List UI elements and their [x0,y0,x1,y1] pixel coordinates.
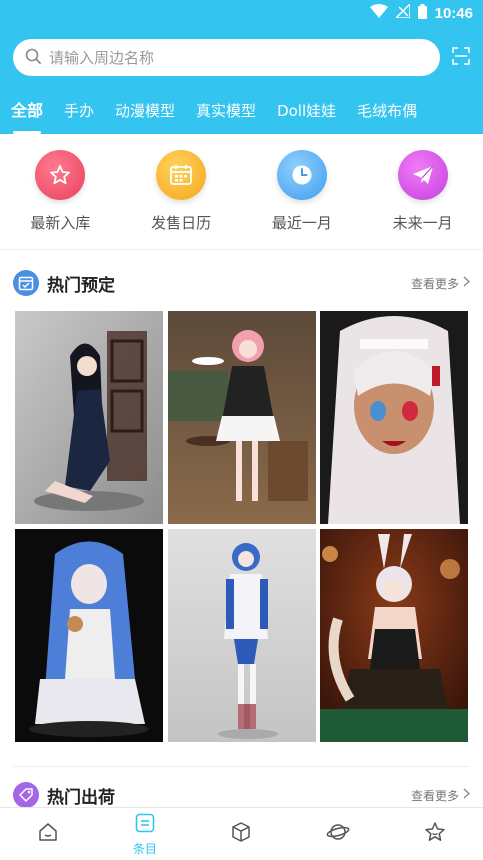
quick-calendar[interactable]: 发售日历 [131,150,231,233]
list-icon [134,812,156,838]
product-card[interactable] [15,311,163,524]
search-input[interactable] [49,39,440,76]
nav-items-label: 条目 [132,841,157,856]
quick-last-month-label: 最近一月 [271,214,332,232]
product-image [167,311,316,524]
shipping-title: 热门出荷 [47,787,115,808]
quick-entries: 最新入库 发售日历 最近一月 未来一月 [0,134,483,250]
quick-last-month[interactable]: 最近一月 [252,150,352,233]
tag-icon [13,782,39,808]
box-icon [230,821,252,847]
tab-plush[interactable]: 毛绒布偶 [357,98,417,134]
wifi-icon [369,4,388,22]
tab-dolls[interactable]: Doll娃娃 [277,98,336,134]
product-image [167,529,316,742]
chevron-right-icon [463,788,470,802]
header: 全部 手办 动漫模型 真实模型 Doll娃娃 毛绒布偶 [0,26,483,134]
shipping-more-link[interactable]: 查看更多 [411,787,470,804]
tab-all[interactable]: 全部 [11,98,43,134]
calendar-check-icon [13,270,39,296]
product-card[interactable] [15,529,163,742]
tab-real-models[interactable]: 真实模型 [196,98,256,134]
bottom-nav: 条目 [0,807,483,860]
scan-icon[interactable] [452,47,470,65]
planet-icon [326,821,350,847]
status-time: 10:46 [434,4,473,22]
quick-latest[interactable]: 最新入库 [10,150,110,233]
shipping-more-label: 查看更多 [410,788,459,803]
home-icon [37,821,59,847]
preorder-grid [15,311,468,742]
preorder-more-label: 查看更多 [410,276,459,291]
product-card[interactable] [320,311,468,524]
nav-box[interactable] [211,808,271,860]
search-icon [25,48,41,68]
preorder-title: 热门预定 [47,275,115,296]
category-tabs: 全部 手办 动漫模型 真实模型 Doll娃娃 毛绒布偶 [0,98,483,134]
product-card[interactable] [167,311,316,524]
star-icon [35,150,86,200]
calendar-icon [156,150,207,200]
clock-icon [276,150,327,200]
section-divider [13,766,470,767]
battery-icon [417,3,427,23]
preorder-more-link[interactable]: 查看更多 [411,275,470,292]
product-image [320,311,468,524]
product-image [320,529,468,742]
nav-planet[interactable] [308,808,368,860]
quick-calendar-label: 发售日历 [151,214,212,232]
no-signal-icon [393,2,411,22]
chevron-right-icon [463,276,470,290]
product-image [15,311,163,524]
nav-items[interactable]: 条目 [115,808,175,860]
quick-next-month-label: 未来一月 [392,214,453,232]
nav-favorites[interactable] [405,808,465,860]
quick-latest-label: 最新入库 [30,214,91,232]
shipping-section-header: 热门出荷 查看更多 [13,780,470,810]
star-outline-icon [424,821,446,847]
quick-next-month[interactable]: 未来一月 [373,150,473,233]
product-image [15,529,163,742]
tab-anime-models[interactable]: 动漫模型 [115,98,175,134]
product-card[interactable] [320,529,468,742]
product-card[interactable] [167,529,316,742]
nav-home[interactable] [18,808,78,860]
search-bar[interactable] [13,39,440,76]
tab-figures[interactable]: 手办 [64,98,94,134]
status-bar: 10:46 [0,0,483,26]
preorder-section-header: 热门预定 查看更多 [13,268,470,298]
paper-plane-icon [397,150,448,200]
